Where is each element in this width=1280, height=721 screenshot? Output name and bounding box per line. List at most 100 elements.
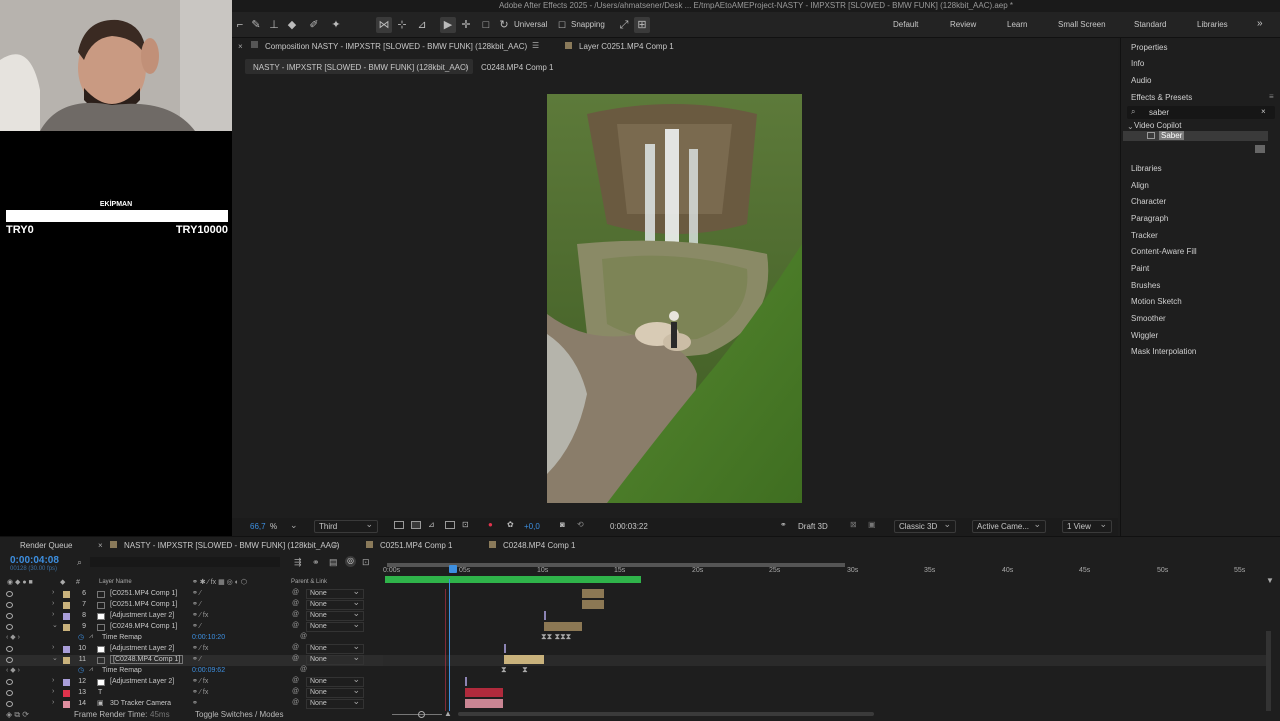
- layer-label-color[interactable]: [63, 602, 70, 609]
- zoom-dropdown-icon[interactable]: ⌄: [290, 520, 298, 531]
- layer-name[interactable]: [C0249.MP4 Comp 1]: [110, 623, 177, 630]
- vertical-scrollbar[interactable]: [1266, 631, 1271, 711]
- layer-row[interactable]: › 6 [C0251.MP4 Comp 1] ⚭ ⁄ @ None: [0, 587, 383, 600]
- layer-label-color[interactable]: [63, 701, 70, 708]
- workspace-default[interactable]: Default: [893, 20, 918, 29]
- layer-bar[interactable]: [582, 600, 604, 609]
- lock-icon[interactable]: [251, 41, 258, 48]
- workspace-overflow-icon[interactable]: »: [1257, 18, 1263, 29]
- layer-label-color[interactable]: [63, 690, 70, 697]
- pan-behind-icon[interactable]: ⊹: [394, 17, 410, 33]
- visibility-eye-icon[interactable]: [6, 613, 13, 619]
- layer-name[interactable]: [Adjustment Layer 2]: [110, 645, 174, 652]
- panel-paragraph[interactable]: Paragraph: [1131, 214, 1168, 223]
- effects-search-input[interactable]: saber: [1149, 108, 1169, 117]
- collapse-arrow-icon[interactable]: ⌄: [52, 621, 58, 629]
- pick-whip-icon[interactable]: @: [300, 633, 307, 640]
- view-layout-select[interactable]: 1 View ⌄: [1062, 519, 1112, 533]
- layer-switches-icon[interactable]: ⚭ ⁄ fx: [192, 677, 208, 685]
- timeline-comp-tab[interactable]: NASTY - IMPXSTR [SLOWED - BMW FUNK] (128…: [124, 541, 339, 550]
- panel-audio[interactable]: Audio: [1131, 76, 1151, 85]
- layer-row[interactable]: ⌄ 11 [C0248.MP4 Comp 1] ⚭ ⁄ @ None: [0, 653, 383, 666]
- panel-motion-sketch[interactable]: Motion Sketch: [1131, 297, 1182, 306]
- universal-label[interactable]: Universal: [514, 20, 547, 29]
- layer-bar[interactable]: [465, 688, 503, 697]
- visibility-eye-icon[interactable]: [6, 591, 13, 597]
- layer-name[interactable]: [Adjustment Layer 2]: [110, 678, 174, 685]
- clone-stamp-icon[interactable]: ⊥: [266, 17, 282, 33]
- layer-label-color[interactable]: [63, 646, 70, 653]
- playhead-line[interactable]: [449, 579, 450, 711]
- layer-switches-icon[interactable]: ⚭ ⁄ fx: [192, 688, 208, 696]
- effects-search-field[interactable]: ⌕ saber ×: [1127, 106, 1275, 119]
- workspace-libraries[interactable]: Libraries: [1197, 20, 1228, 29]
- panel-wiggler[interactable]: Wiggler: [1131, 331, 1158, 340]
- layer-label-color[interactable]: [63, 591, 70, 598]
- parent-select[interactable]: None: [306, 653, 364, 665]
- snap-grid-icon[interactable]: ⊞: [634, 17, 650, 33]
- layer-name[interactable]: T: [98, 689, 102, 696]
- tab-menu-icon[interactable]: ☰: [532, 41, 539, 50]
- viewer-timecode[interactable]: 0:00:03:22: [610, 522, 648, 531]
- keyframes-icon[interactable]: ⧗⧗ ⧗⧗⧗: [541, 632, 571, 642]
- close-tab-icon[interactable]: ×: [238, 42, 243, 51]
- visibility-eye-icon[interactable]: [6, 657, 13, 663]
- hand-tool-icon[interactable]: ✛: [458, 17, 474, 33]
- visibility-eye-icon[interactable]: [6, 690, 13, 696]
- selection-tool-icon[interactable]: ▶: [440, 17, 456, 33]
- layer-switches-icon[interactable]: ⚭ ⁄: [192, 600, 201, 608]
- panel-brushes[interactable]: Brushes: [1131, 281, 1160, 290]
- render-queue-tab[interactable]: Render Queue: [20, 541, 72, 550]
- visibility-eye-icon[interactable]: [6, 602, 13, 608]
- layer-label-color[interactable]: [63, 679, 70, 686]
- tree-item-saber[interactable]: Saber: [1159, 131, 1185, 140]
- time-remap-row[interactable]: ‹ ◆ › ◷ ⩘ Time Remap 0:00:10:20 @: [0, 633, 383, 644]
- brush-tool-icon[interactable]: ✎: [248, 17, 264, 33]
- motion-blur-icon[interactable]: ◎: [345, 556, 356, 567]
- panel-content-aware-fill[interactable]: Content-Aware Fill: [1131, 247, 1197, 256]
- zoom-value[interactable]: 66,7: [250, 522, 266, 531]
- rectangle-tool-icon[interactable]: □: [478, 17, 494, 33]
- layer-name[interactable]: [Adjustment Layer 2]: [110, 612, 174, 619]
- expand-arrow-icon[interactable]: ›: [52, 611, 54, 618]
- time-remap-value[interactable]: 0:00:10:20: [192, 634, 225, 641]
- layer-switches-icon[interactable]: ⚭ ⁄: [192, 589, 201, 597]
- pick-whip-icon[interactable]: @: [292, 677, 299, 684]
- stopwatch-icon[interactable]: ◷: [78, 666, 84, 674]
- keyframes-icon[interactable]: ⧗ ⧗: [501, 665, 528, 675]
- guides-icon[interactable]: [445, 521, 455, 529]
- panel-smoother[interactable]: Smoother: [1131, 314, 1166, 323]
- layer-bar[interactable]: [504, 655, 544, 664]
- close-tab-icon[interactable]: ×: [98, 541, 103, 550]
- keyframe-nav-icon[interactable]: ‹ ◆ ›: [6, 666, 20, 674]
- pick-whip-icon[interactable]: @: [292, 611, 299, 618]
- time-remap-value[interactable]: 0:00:09:62: [192, 667, 225, 674]
- keyframe-nav-icon[interactable]: ‹ ◆ ›: [6, 633, 20, 641]
- channels-icon[interactable]: ⊡: [462, 520, 469, 529]
- parent-select[interactable]: None: [306, 697, 364, 709]
- graph-icon[interactable]: ⩘: [89, 666, 93, 674]
- tab-menu-icon[interactable]: ≡: [333, 541, 338, 550]
- layer-bar[interactable]: [582, 589, 604, 598]
- time-remap-row[interactable]: ‹ ◆ › ◷ ⩘ Time Remap 0:00:09:62 @: [0, 666, 383, 677]
- breadcrumb-active[interactable]: NASTY - IMPXSTR [SLOWED - BMW FUNK] (128…: [245, 59, 473, 74]
- layer-label-color[interactable]: [63, 657, 70, 664]
- expand-arrow-icon[interactable]: ›: [52, 589, 54, 596]
- layer-name[interactable]: [C0248.MP4 Comp 1]: [110, 655, 184, 664]
- search-icon[interactable]: ⌕: [77, 557, 82, 568]
- graph-editor-icon[interactable]: ⊡: [362, 557, 370, 568]
- region-of-interest-icon[interactable]: [394, 521, 404, 529]
- pick-whip-icon[interactable]: @: [292, 622, 299, 629]
- panel-menu-icon[interactable]: ≡: [1269, 92, 1274, 101]
- panel-character[interactable]: Character: [1131, 197, 1166, 206]
- breadcrumb-main-comp[interactable]: NASTY - IMPXSTR [SLOWED - BMW FUNK] (128…: [253, 63, 468, 72]
- rotate-3d-icon[interactable]: ⊿: [414, 17, 430, 33]
- zoom-slider-handle[interactable]: [418, 711, 425, 718]
- snap-edges-icon[interactable]: ⤢: [616, 17, 632, 33]
- layer-bar[interactable]: [465, 677, 467, 686]
- folder-expand-icon[interactable]: ⌄: [1127, 122, 1134, 131]
- expand-arrow-icon[interactable]: ›: [52, 699, 54, 706]
- comp-viewer-tab[interactable]: Composition NASTY - IMPXSTR [SLOWED - BM…: [265, 42, 527, 51]
- workspace-review[interactable]: Review: [950, 20, 976, 29]
- exposure-reset-icon[interactable]: ✿: [507, 520, 514, 529]
